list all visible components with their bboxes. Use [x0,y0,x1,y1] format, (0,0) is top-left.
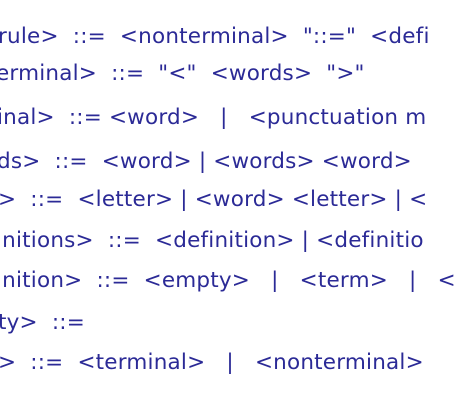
grammar-line-6: initions> ::= <definition> | <definitio [0,228,424,253]
grammar-line-4: ds> ::= <word> | <words> <word> [0,149,412,174]
grammar-line-1: rule> ::= <nonterminal> "::=" <defi [0,24,430,49]
grammar-line-8: ty> ::= [0,310,85,335]
grammar-line-7: inition> ::= <empty> | <term> | < [0,268,456,293]
grammar-line-5: > ::= <letter> | <word> <letter> | < [0,187,428,212]
grammar-text-page: rule> ::= <nonterminal> "::=" <defi ermi… [0,0,465,410]
grammar-line-2: erminal> ::= "<" <words> ">" [0,61,365,86]
grammar-line-9: > ::= <terminal> | <nonterminal> [0,350,424,375]
grammar-line-3: inal> ::= <word> | <punctuation m [0,105,427,130]
